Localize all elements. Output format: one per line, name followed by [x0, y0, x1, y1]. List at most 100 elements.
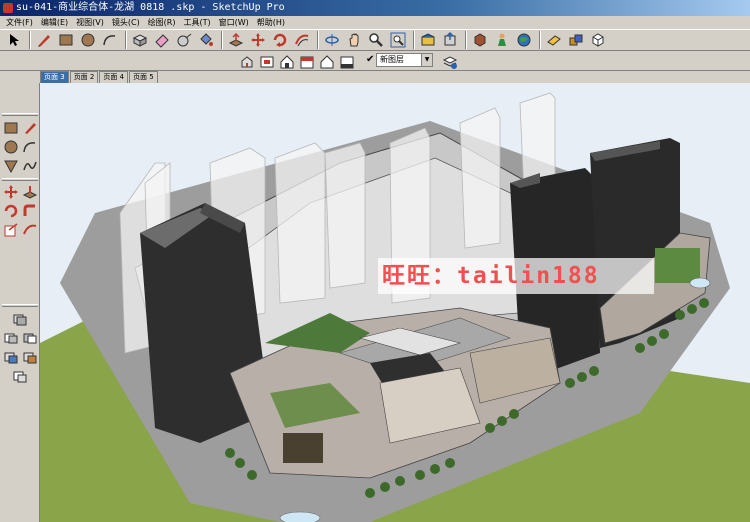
- make-component-button[interactable]: [130, 31, 150, 50]
- layers-icon: [442, 55, 458, 69]
- orbit-icon: [325, 34, 339, 46]
- hand-icon: [349, 33, 359, 47]
- left-freehand-button[interactable]: [21, 157, 39, 175]
- top-view-button[interactable]: [258, 52, 276, 71]
- back-view-button[interactable]: [318, 52, 336, 71]
- left-view-button[interactable]: [338, 52, 356, 71]
- circle-tool-button[interactable]: [78, 31, 98, 50]
- share-model-button[interactable]: [440, 31, 460, 50]
- paint-bucket-button[interactable]: [196, 31, 216, 50]
- left-arc-button[interactable]: [21, 138, 39, 156]
- tab-scene-3[interactable]: 页面 3: [40, 71, 69, 83]
- left-offset-button[interactable]: [21, 221, 39, 239]
- toolbar-separator: [465, 31, 467, 49]
- menu-file[interactable]: 文件(F): [2, 16, 37, 29]
- house-front-icon: [280, 54, 294, 68]
- left-scale-button[interactable]: [2, 221, 20, 239]
- tab-scene-4[interactable]: 页面 4: [99, 71, 129, 83]
- left-hide-button[interactable]: [11, 367, 29, 385]
- pencil-tool-button[interactable]: [34, 31, 54, 50]
- left-polygon-button[interactable]: [2, 157, 20, 175]
- eraser-icon: [155, 34, 169, 48]
- component-browser-button[interactable]: [470, 31, 490, 50]
- triangle-icon: [3, 160, 18, 174]
- wireframe-box-button[interactable]: [588, 31, 608, 50]
- follow-me-icon: [23, 204, 35, 216]
- menu-help[interactable]: 帮助(H): [253, 16, 289, 29]
- left-outliner-button[interactable]: [11, 310, 29, 328]
- left-rectangle-button[interactable]: [2, 119, 20, 137]
- arc-tool-button[interactable]: [100, 31, 120, 50]
- circle-icon: [4, 140, 17, 154]
- eraser-tool-button[interactable]: [152, 31, 172, 50]
- tape-measure-icon: [177, 33, 192, 47]
- toolbar-grip[interactable]: [2, 304, 38, 307]
- chevron-down-icon[interactable]: ▼: [421, 54, 432, 66]
- views-layers-toolbar: ✔ 新图层 ▼: [0, 51, 750, 71]
- toolbar-separator: [317, 31, 319, 49]
- select-tool-button[interactable]: [4, 31, 24, 50]
- left-group-button[interactable]: [2, 329, 20, 347]
- right-view-button[interactable]: [298, 52, 316, 71]
- model-viewport[interactable]: 旺旺：tailin188: [40, 83, 750, 522]
- left-circle-button[interactable]: [2, 138, 20, 156]
- geo-location-button[interactable]: [492, 31, 512, 50]
- zoom-extents-button[interactable]: [388, 31, 408, 50]
- left-tool-row: [1, 367, 39, 385]
- section-plane-button[interactable]: [544, 31, 564, 50]
- menu-window[interactable]: 窗口(W): [215, 16, 253, 29]
- hide-box-icon: [13, 371, 27, 383]
- house-right-icon: [300, 56, 314, 68]
- menu-view[interactable]: 视图(V): [72, 16, 108, 29]
- share-icon: [444, 32, 456, 46]
- iso-view-button[interactable]: [238, 52, 256, 71]
- title-bar: su-041-商业综合体-龙湖 0818 .skp - SketchUp Pro: [0, 0, 750, 16]
- menu-bar: 文件(F) 编辑(E) 视图(V) 镜头(C) 绘图(R) 工具(T) 窗口(W…: [0, 16, 750, 29]
- toolbar-separator: [29, 31, 31, 49]
- left-move-button[interactable]: [2, 183, 20, 201]
- layer-manager-button[interactable]: [440, 52, 460, 71]
- menu-edit[interactable]: 编辑(E): [37, 16, 72, 29]
- wireframe-box-icon: [592, 33, 604, 47]
- move-icon: [3, 185, 18, 199]
- left-follow-me-button[interactable]: [21, 202, 39, 220]
- east-billboard: [655, 248, 700, 283]
- left-lock-button[interactable]: [2, 348, 20, 366]
- get-models-button[interactable]: [418, 31, 438, 50]
- left-pencil-button[interactable]: [21, 119, 39, 137]
- warehouse-icon: [421, 33, 435, 46]
- left-tool-row: [1, 348, 39, 366]
- push-pull-button[interactable]: [226, 31, 246, 50]
- offset-tool-button[interactable]: [292, 31, 312, 50]
- house-top-icon: [260, 56, 274, 67]
- left-rotate-button[interactable]: [2, 202, 20, 220]
- toolbar-grip[interactable]: [2, 178, 38, 181]
- tab-scene-5[interactable]: 页面 5: [129, 71, 158, 83]
- current-layer-name: 新图层: [380, 55, 404, 64]
- front-view-button[interactable]: [278, 52, 296, 71]
- rectangle-tool-button[interactable]: [56, 31, 76, 50]
- toolbar-separator: [413, 31, 415, 49]
- model-scene: [40, 92, 750, 522]
- grass-left: [40, 313, 100, 522]
- left-ungroup-button[interactable]: [21, 329, 39, 347]
- house-back-icon: [320, 54, 334, 68]
- google-earth-button[interactable]: [514, 31, 534, 50]
- extension-button[interactable]: [566, 31, 586, 50]
- tape-measure-button[interactable]: [174, 31, 194, 50]
- views-toolbar: [238, 52, 358, 71]
- left-unlock-button[interactable]: [21, 348, 39, 366]
- zoom-tool-button[interactable]: [366, 31, 386, 50]
- pan-tool-button[interactable]: [344, 31, 364, 50]
- menu-camera[interactable]: 镜头(C): [108, 16, 144, 29]
- layer-dropdown[interactable]: 新图层 ▼: [376, 53, 433, 67]
- rotate-tool-button[interactable]: [270, 31, 290, 50]
- left-push-pull-button[interactable]: [21, 183, 39, 201]
- left-tool-row: [1, 310, 39, 328]
- menu-draw[interactable]: 绘图(R): [144, 16, 180, 29]
- tab-scene-2[interactable]: 页面 2: [69, 71, 99, 83]
- toolbar-grip[interactable]: [2, 113, 38, 116]
- move-tool-button[interactable]: [248, 31, 268, 50]
- menu-tools[interactable]: 工具(T): [180, 16, 215, 29]
- orbit-tool-button[interactable]: [322, 31, 342, 50]
